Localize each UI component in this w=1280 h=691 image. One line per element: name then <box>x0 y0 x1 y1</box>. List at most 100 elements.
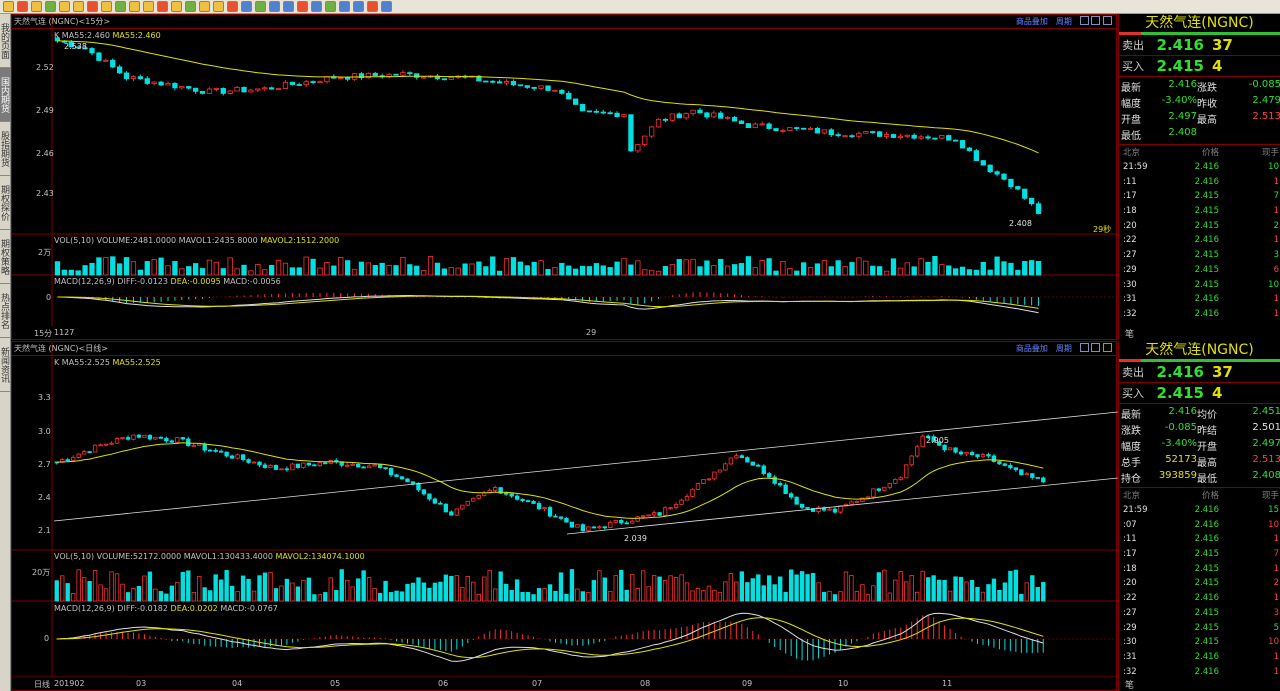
candle-body <box>728 457 734 465</box>
d14-icon[interactable] <box>353 1 364 12</box>
volume-bar <box>82 265 88 276</box>
candle-body <box>229 455 235 459</box>
tick-list: 北京 价格 现手 21:59 2.416 15:07 2.416 10:11 2.416 1:17… <box>1119 488 1280 679</box>
volume-bar <box>251 590 257 602</box>
volume-bar <box>1035 586 1040 602</box>
d16-icon[interactable] <box>381 1 392 12</box>
d11-icon[interactable] <box>311 1 322 12</box>
candle-body <box>180 437 185 440</box>
d7-icon[interactable] <box>255 1 266 12</box>
volume-bar <box>761 585 766 602</box>
candle-body <box>471 497 476 502</box>
candle-body <box>372 464 377 467</box>
draw-icon[interactable] <box>101 1 112 12</box>
candle-body <box>490 80 496 83</box>
volume-bar <box>197 576 202 602</box>
stat-label <box>1197 127 1231 142</box>
volume-bar <box>151 259 157 276</box>
candle-body <box>706 478 712 481</box>
tick-header-cell: 现手 <box>1261 148 1279 159</box>
d12-icon[interactable] <box>325 1 336 12</box>
volume-bar <box>379 262 385 276</box>
volume-bar <box>393 265 399 276</box>
tick-volume: 3 <box>1273 250 1279 261</box>
d9-icon[interactable] <box>283 1 294 12</box>
volume-bar <box>81 577 87 602</box>
volume-bar <box>787 268 793 276</box>
candle-body <box>410 481 416 484</box>
candle-body <box>865 496 871 499</box>
candle-body <box>394 474 399 478</box>
candle-body <box>114 438 120 444</box>
pen-icon[interactable] <box>87 1 98 12</box>
sidebar-tab-0[interactable]: 我的页面 <box>0 14 11 68</box>
chart-icon[interactable] <box>157 1 168 12</box>
candle-body <box>407 72 413 75</box>
d10-icon[interactable] <box>297 1 308 12</box>
d4-icon[interactable] <box>213 1 224 12</box>
tick-row: :18 2.415 1 <box>1119 204 1280 219</box>
volume-bar <box>471 581 476 602</box>
zoom-in-icon[interactable] <box>59 1 70 12</box>
d5-icon[interactable] <box>227 1 238 12</box>
volume-bar <box>123 257 130 276</box>
d15-icon[interactable] <box>367 1 378 12</box>
list-icon[interactable] <box>143 1 154 12</box>
candle-body <box>1008 465 1013 469</box>
tick-price: 2.416 <box>1194 308 1219 319</box>
volume-bar <box>1008 570 1013 602</box>
sidebar-tab-1[interactable]: 国内期货 <box>0 68 11 122</box>
tick-row: :22 2.416 1 <box>1119 233 1280 248</box>
zoom-out-icon[interactable] <box>73 1 84 12</box>
sidebar-tab-2[interactable]: 股指期货 <box>0 122 11 176</box>
candle-body <box>545 85 551 91</box>
tick-volume: 2 <box>1273 220 1279 231</box>
volume-bar <box>871 585 876 602</box>
volume-bar <box>448 267 454 276</box>
new-icon[interactable] <box>129 1 140 12</box>
volume-bar <box>558 572 564 602</box>
volume-bar <box>1041 582 1046 602</box>
volume-bar <box>186 570 191 602</box>
back-icon[interactable] <box>3 1 14 12</box>
d1-icon[interactable] <box>171 1 182 12</box>
sidebar-tab-4[interactable]: 期权策略 <box>0 230 11 284</box>
candle-body <box>734 455 739 459</box>
tick-header-cell: 北京 <box>1123 148 1141 159</box>
candle-body <box>1041 477 1046 483</box>
sidebar-tab-5[interactable]: 热点排名 <box>0 284 11 338</box>
stat-value: 2.513 <box>1252 454 1280 465</box>
candle-body <box>580 524 586 532</box>
d13-icon[interactable] <box>339 1 350 12</box>
chart-canvas[interactable] <box>12 342 1118 677</box>
stats-grid: 最新 2.416 涨跌 -0.085 幅度 -3.40% 昨收 2.479 开盘 2.497 最高 2… <box>1119 77 1280 145</box>
candle-body <box>619 519 624 524</box>
home-icon[interactable] <box>17 1 28 12</box>
d8-icon[interactable] <box>269 1 280 12</box>
filter-icon[interactable] <box>115 1 126 12</box>
d2-icon[interactable] <box>185 1 196 12</box>
sidebar-tab-6[interactable]: 新闻资讯 <box>0 338 11 392</box>
candle-body <box>432 498 438 504</box>
tick-time: :29 <box>1123 622 1137 633</box>
candle-body <box>158 81 164 86</box>
refresh-icon[interactable] <box>45 1 56 12</box>
sidebar-tab-3[interactable]: 期权探价 <box>0 176 11 230</box>
ma-legend: K MA55:2.525 MA55:2.525 <box>54 358 161 367</box>
volume-bar <box>503 258 510 276</box>
candle-body <box>849 501 854 505</box>
stat-value: 2.408 <box>1168 127 1197 138</box>
candle-body <box>290 463 295 471</box>
d6-icon[interactable] <box>241 1 252 12</box>
grid-icon[interactable] <box>31 1 42 12</box>
candle-body <box>130 76 137 79</box>
candle-body <box>597 526 602 529</box>
candle-body <box>569 521 575 528</box>
candle-body <box>103 59 109 62</box>
candle-body <box>89 48 95 54</box>
volume-bar <box>361 570 366 602</box>
volume-bar <box>89 262 95 276</box>
candle-body <box>503 492 509 495</box>
d3-icon[interactable] <box>199 1 210 12</box>
candle-body <box>514 495 520 500</box>
